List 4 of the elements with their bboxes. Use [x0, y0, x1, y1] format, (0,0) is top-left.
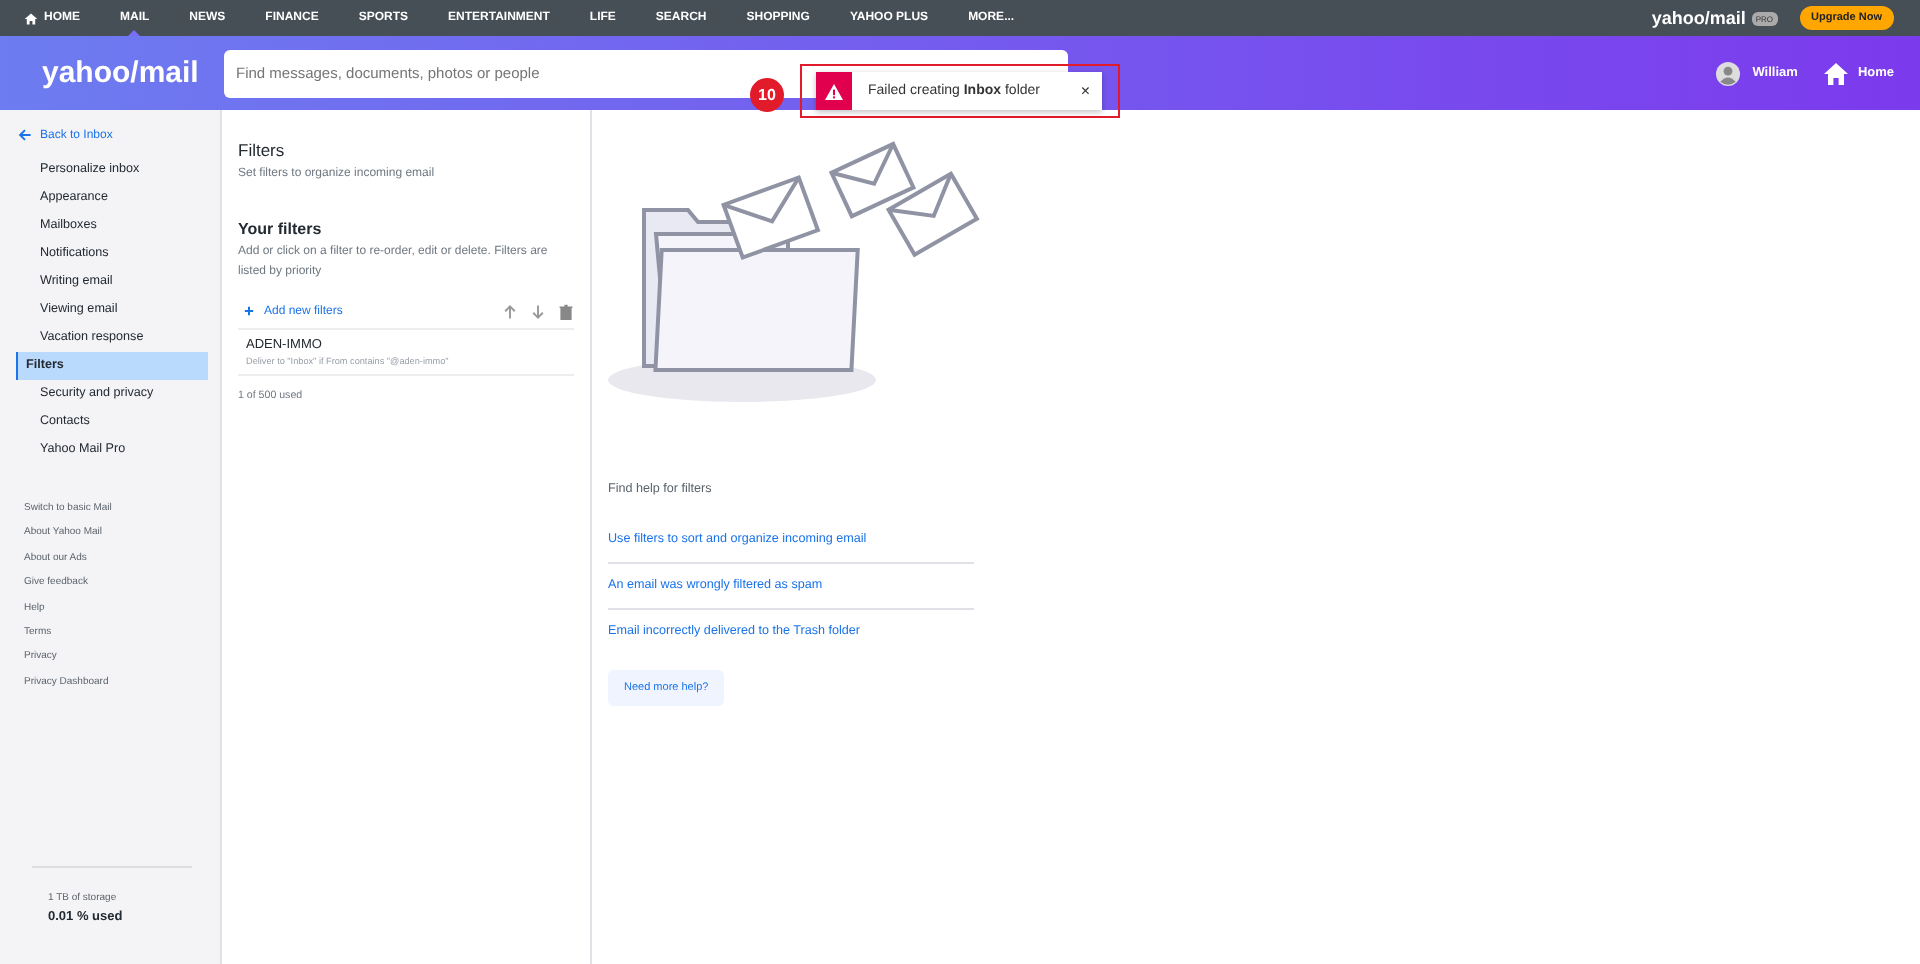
yahoo-mail-logo: yahoo/mail: [42, 56, 201, 90]
page-title: Filters: [238, 140, 287, 160]
yahoo-mail-logo: yahoo/mail: [1651, 8, 1746, 28]
section-title: Your filters: [238, 220, 324, 238]
